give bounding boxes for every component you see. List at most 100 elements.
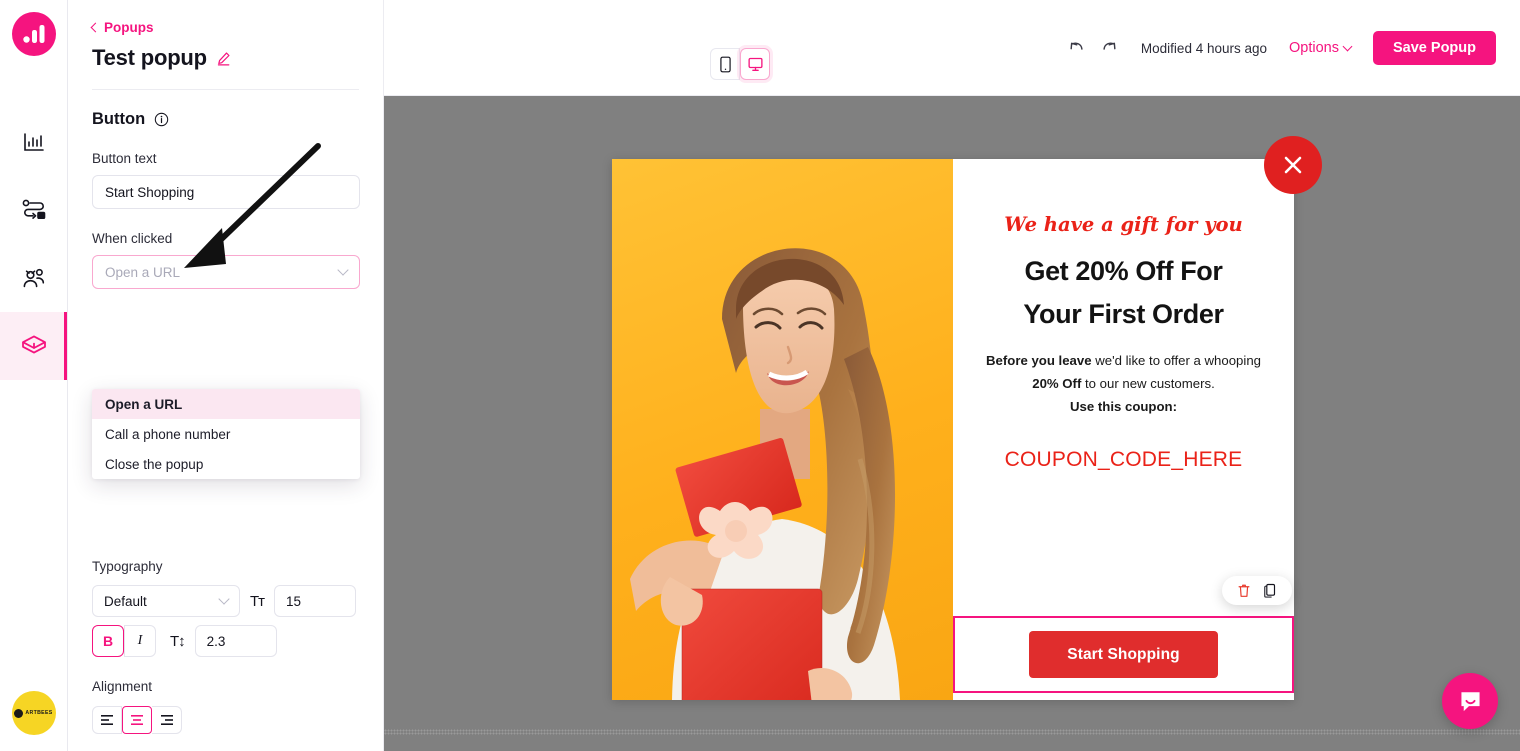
when-clicked-label: When clicked <box>92 231 173 246</box>
sidebar-item-popups[interactable] <box>0 312 67 380</box>
font-size-icon: Tт <box>250 592 265 610</box>
top-header: Modified 4 hours ago Options Save Popup <box>384 0 1520 96</box>
chat-launcher-button[interactable] <box>1442 673 1498 729</box>
chevron-left-icon <box>90 22 101 32</box>
when-clicked-field: When clicked Open a URL <box>92 231 360 289</box>
desktop-monitor-icon <box>747 57 763 71</box>
button-text-field: Button text Start Shopping <box>92 151 360 209</box>
popup-coupon-code: COUPON_CODE_HERE <box>1004 448 1243 472</box>
popup-body-text: Before you leave we'd like to offer a wh… <box>986 350 1261 418</box>
box-package-icon <box>21 335 46 354</box>
italic-toggle[interactable]: I <box>124 625 156 657</box>
bold-toggle[interactable]: B <box>92 625 124 657</box>
alignment-label: Alignment <box>92 679 153 694</box>
popup-preview: We have a gift for you Get 20% Off For Y… <box>612 159 1294 700</box>
panel-header: Popups Test popup <box>68 0 383 90</box>
settings-panel: Popups Test popup Button Button text Sta… <box>68 0 384 751</box>
typography-label: Typography <box>92 559 163 574</box>
primary-nav-rail: ARTBEES <box>0 0 68 751</box>
options-label: Options <box>1289 40 1339 56</box>
device-preview-toggle <box>710 48 770 80</box>
device-mobile-button[interactable] <box>710 48 740 80</box>
panel-body: Button text Start Shopping When clicked … <box>68 151 383 734</box>
popup-body-line1-bold: Before you leave <box>986 353 1092 369</box>
undo-redo-group <box>1067 39 1119 58</box>
font-family-select[interactable]: Default <box>92 585 240 617</box>
save-popup-button[interactable]: Save Popup <box>1373 31 1496 65</box>
delete-element-button[interactable] <box>1233 580 1255 602</box>
align-right-button[interactable] <box>152 706 182 734</box>
button-text-input[interactable]: Start Shopping <box>92 175 360 209</box>
line-height-icon: T↕ <box>170 632 186 650</box>
rail-nav-list <box>0 108 67 380</box>
artbees-logo-text: ARTBEES <box>25 710 53 716</box>
popup-close-button[interactable] <box>1264 136 1322 194</box>
bar-chart-icon <box>23 133 44 151</box>
rail-footer: ARTBEES <box>11 691 56 735</box>
flow-path-icon <box>22 199 45 220</box>
sidebar-item-journeys[interactable] <box>0 176 67 244</box>
popup-cta-button[interactable]: Start Shopping <box>1029 631 1218 678</box>
align-right-icon <box>160 715 173 725</box>
breadcrumb-label: Popups <box>104 20 154 35</box>
breadcrumb-back-popups[interactable]: Popups <box>90 20 359 35</box>
popup-builder-app: ARTBEES Popups Test popup Button Button … <box>0 0 1520 751</box>
font-size-value: 15 <box>286 593 302 609</box>
sidebar-item-analytics[interactable] <box>0 108 67 176</box>
popup-heading: Get 20% Off For Your First Order <box>1023 250 1224 336</box>
duplicate-copy-icon <box>1264 583 1276 598</box>
popup-body-line2: 20% Off to our new customers. <box>986 373 1261 396</box>
redo-arrow-icon <box>1103 42 1116 50</box>
align-center-button[interactable] <box>122 706 152 734</box>
section-title: Button <box>92 110 146 128</box>
align-center-icon <box>131 715 143 725</box>
popup-heading-line2: Your First Order <box>1023 299 1224 330</box>
popup-body-line1-rest: we'd like to offer a whooping <box>1091 353 1261 369</box>
sidebar-item-audience[interactable] <box>0 244 67 312</box>
when-clicked-select[interactable]: Open a URL <box>92 255 360 289</box>
dropdown-option-call-phone[interactable]: Call a phone number <box>92 419 360 449</box>
element-action-toolbar <box>1222 576 1292 605</box>
trash-icon <box>1238 584 1250 597</box>
when-clicked-dropdown-menu[interactable]: Open a URL Call a phone number Close the… <box>92 389 360 479</box>
info-icon[interactable] <box>154 112 169 127</box>
dropdown-option-close-popup[interactable]: Close the popup <box>92 449 360 479</box>
close-icon <box>1284 156 1302 174</box>
document-title-row: Test popup <box>92 45 359 71</box>
header-actions: Modified 4 hours ago Options Save Popup <box>1067 0 1496 96</box>
popup-body-line2-bold: 20% Off <box>1032 376 1082 392</box>
line-height-input[interactable]: 2.3 <box>194 625 277 657</box>
font-size-input[interactable]: 15 <box>274 585 357 617</box>
typography-row-family-size: Default Tт 15 <box>92 585 357 617</box>
chevron-down-icon <box>218 593 230 605</box>
align-left-button[interactable] <box>92 706 122 734</box>
alignment-group <box>92 706 182 734</box>
popup-body-line3: Use this coupon: <box>1070 398 1177 414</box>
line-height-value: 2.3 <box>206 633 226 649</box>
app-logo[interactable] <box>11 12 56 56</box>
mobile-phone-icon <box>719 56 731 72</box>
device-desktop-button[interactable] <box>740 48 770 80</box>
duplicate-element-button[interactable] <box>1259 580 1281 602</box>
selected-button-element[interactable]: Start Shopping <box>953 616 1294 693</box>
undo-arrow-icon <box>1070 42 1083 50</box>
people-group-icon <box>23 268 44 288</box>
align-left-icon <box>101 715 113 725</box>
popup-heading-line1: Get 20% Off For <box>1024 256 1223 286</box>
canvas-dotted-guide <box>384 729 1520 735</box>
dropdown-option-open-url[interactable]: Open a URL <box>92 389 360 419</box>
popup-preview-canvas: We have a gift for you Get 20% Off For Y… <box>384 96 1520 751</box>
button-text-label: Button text <box>92 151 157 166</box>
woman-with-gift-illustration <box>630 248 900 700</box>
page-title: Test popup <box>92 45 207 70</box>
edit-pencil-icon[interactable] <box>216 51 231 66</box>
artbees-logo[interactable]: ARTBEES <box>11 691 56 735</box>
redo-button[interactable] <box>1100 39 1119 58</box>
bar-chart-logo-icon <box>22 25 44 43</box>
popup-hero-image[interactable] <box>612 159 953 700</box>
options-menu-button[interactable]: Options <box>1289 40 1353 56</box>
popup-content: We have a gift for you Get 20% Off For Y… <box>953 159 1294 700</box>
chevron-down-icon <box>337 264 349 276</box>
typography-row-style: B I T↕ 2.3 <box>92 625 277 657</box>
undo-button[interactable] <box>1067 39 1086 58</box>
